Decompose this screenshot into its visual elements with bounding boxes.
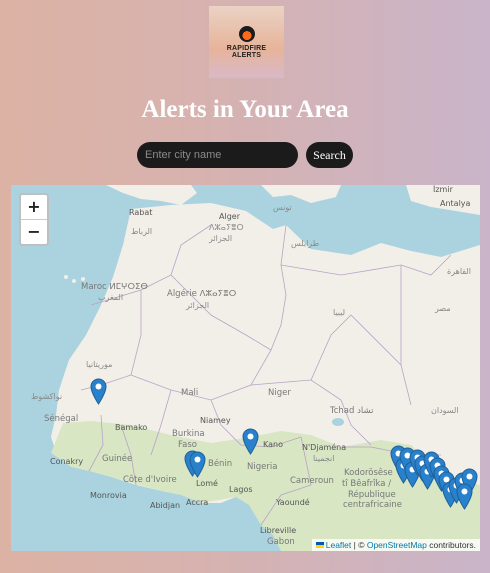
map-label-algerie-ar: الجزائر bbox=[186, 301, 210, 310]
map-label-mauritania: موريتانيا bbox=[86, 360, 113, 369]
page-title: Alerts in Your Area bbox=[141, 96, 349, 123]
attribution-suffix: contributors. bbox=[426, 540, 476, 550]
zoom-control: + − bbox=[19, 193, 49, 246]
map-label-bamako: Bamako bbox=[115, 423, 148, 432]
map-label-alger: Alger bbox=[219, 212, 240, 221]
map-label-benin: Bénin bbox=[208, 459, 233, 469]
map-label-yaounde: Yaoundé bbox=[276, 498, 310, 507]
logo-text-line1: RAPIDFIRE bbox=[226, 44, 267, 52]
map-label-faso: Faso bbox=[178, 440, 197, 450]
map-label-mali: Mali bbox=[181, 388, 199, 398]
map-label-lagos: Lagos bbox=[229, 485, 253, 494]
map-label-niamey: Niamey bbox=[200, 416, 231, 425]
leaflet-link[interactable]: Leaflet bbox=[326, 540, 352, 550]
zoom-out-button[interactable]: − bbox=[21, 219, 47, 244]
search-button[interactable]: Search bbox=[306, 142, 353, 168]
map-label-accra: Accra bbox=[186, 498, 209, 507]
map-label-cameroun: Cameroun bbox=[290, 476, 334, 486]
alert-marker-pin[interactable] bbox=[456, 483, 473, 510]
alerts-map[interactable]: Rabat الرباط Alger ⴷⵣⴰⵢⴻⵔ الجزائر تونس ط… bbox=[11, 185, 480, 551]
map-label-tarabulus: طرابلس bbox=[291, 239, 320, 248]
alert-marker-pin[interactable] bbox=[242, 428, 259, 455]
map-label-kano: Kano bbox=[263, 440, 283, 449]
map-label-ndjamena: N'Djaména bbox=[302, 443, 347, 452]
map-label-egypt: مصر bbox=[435, 304, 451, 313]
map-label-senegal: Sénégal bbox=[44, 414, 79, 424]
map-label-alger-ar: الجزائر bbox=[209, 234, 233, 243]
map-label-gabon: Gabon bbox=[267, 537, 295, 547]
map-label-rabat: Rabat bbox=[129, 208, 153, 217]
map-label-alger-tz: ⴷⵣⴰⵢⴻⵔ bbox=[209, 223, 244, 232]
map-label-tchad: Tchad تشاد bbox=[330, 406, 374, 416]
attribution-separator: | © bbox=[351, 540, 367, 550]
map-tiles bbox=[11, 185, 480, 551]
map-label-tunis: تونس bbox=[273, 203, 292, 212]
map-label-niger: Niger bbox=[268, 388, 291, 398]
map-label-kodorosese: Kodorösêse bbox=[344, 468, 393, 478]
map-label-guinee: Guinée bbox=[102, 454, 133, 464]
map-label-abidjan: Abidjan bbox=[150, 501, 181, 510]
map-label-ndjamena-ar: انجمينا bbox=[313, 454, 335, 463]
map-label-nouakchott: نواكشوط bbox=[31, 392, 63, 401]
map-label-monrovia: Monrovia bbox=[90, 491, 127, 500]
map-label-conakry: Conakry bbox=[50, 457, 84, 466]
zoom-in-button[interactable]: + bbox=[21, 195, 47, 219]
map-label-centrafricaine: centrafricaine bbox=[343, 500, 403, 510]
map-label-burkina: Burkina bbox=[172, 429, 205, 439]
logo-text-line2: ALERTS bbox=[231, 51, 262, 59]
map-label-algerie: Algérie ⴷⵣⴰⵢⴻⵔ bbox=[167, 289, 237, 299]
flame-icon bbox=[238, 25, 255, 42]
map-attribution: Leaflet | © OpenStreetMap contributors. bbox=[311, 539, 480, 551]
map-label-cairo: القاهرة bbox=[447, 267, 471, 276]
map-label-sudan: السودان bbox=[431, 406, 459, 415]
alert-marker-pin[interactable] bbox=[90, 378, 107, 405]
map-label-rabat-ar: الرباط bbox=[131, 227, 153, 236]
map-label-beafrika: tî Bêafrîka / bbox=[342, 479, 392, 489]
city-search-input[interactable] bbox=[137, 142, 298, 168]
ukraine-flag-icon bbox=[315, 542, 324, 548]
search-bar: Search bbox=[137, 142, 353, 168]
osm-link[interactable]: OpenStreetMap bbox=[367, 540, 427, 550]
map-label-cote-ivoire: Côte d'Ivoire bbox=[123, 475, 177, 485]
map-label-izmir: İzmir bbox=[433, 185, 453, 194]
app-logo: RAPIDFIRE ALERTS bbox=[209, 6, 284, 78]
map-label-maroc: Maroc ⵍⵎⵖⵔⵉⴱ bbox=[81, 282, 148, 292]
map-label-libya: ليبيا bbox=[333, 308, 346, 317]
map-label-maroc-ar: المغرب bbox=[98, 293, 124, 302]
map-label-republique: République bbox=[348, 490, 396, 500]
map-label-libreville: Libreville bbox=[260, 526, 297, 535]
map-label-lome: Lomé bbox=[196, 479, 218, 488]
map-label-nigeria: Nigeria bbox=[247, 462, 278, 472]
alert-marker-pin[interactable] bbox=[189, 451, 206, 478]
map-label-antalya: Antalya bbox=[440, 199, 471, 208]
